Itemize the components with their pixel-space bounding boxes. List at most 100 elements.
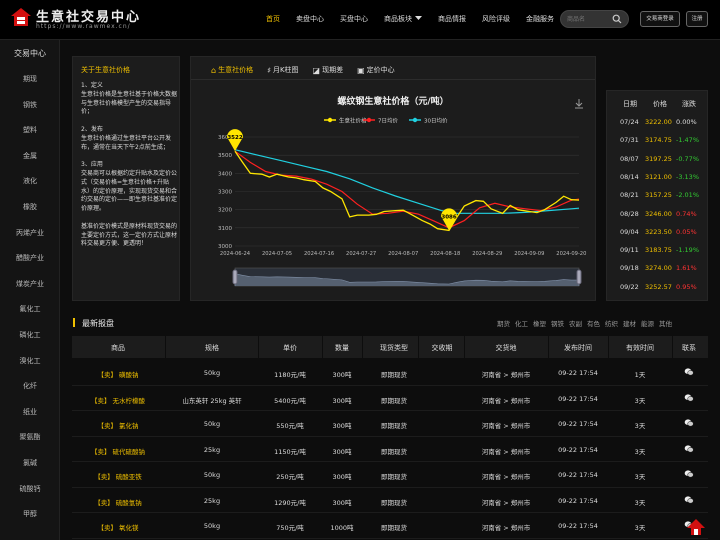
- sidebar-item-16[interactable]: 硫酸钙: [0, 484, 60, 494]
- tab-3[interactable]: ▣ 定价中心: [357, 65, 395, 75]
- nav-item-4[interactable]: 商品情报: [430, 14, 474, 24]
- side-row[interactable]: 07/24 3222.00 0.00%: [607, 118, 707, 136]
- side-date: 08/07: [620, 154, 639, 163]
- table-row[interactable]: 【卖】 无水柠檬酸 山东英轩 25kg 英轩 5400元/吨 300吨 即期现货 河南省 …: [72, 386, 708, 411]
- legend-item-1[interactable]: 7日均价: [363, 117, 398, 125]
- cell-name[interactable]: 【卖】 硫代硫酸钠: [91, 446, 145, 456]
- filter-7[interactable]: 建材: [623, 318, 636, 328]
- sidebar-item-14[interactable]: 聚氨酯: [0, 432, 60, 442]
- sidebar-item-9[interactable]: 氟化工: [0, 304, 60, 314]
- logo-icon[interactable]: [10, 7, 32, 27]
- side-row[interactable]: 08/21 3157.25 -2.01%: [607, 191, 707, 209]
- side-price: 3252.57: [645, 282, 672, 291]
- side-row[interactable]: 07/31 3174.75 -1.47%: [607, 136, 707, 154]
- nav-item-3[interactable]: 商品板块: [376, 14, 430, 24]
- table-row[interactable]: 【卖】 硫代硫酸钠 25kg 1150元/吨 300吨 即期现货 河南省 > 郑州市 09-…: [72, 437, 708, 462]
- filter-5[interactable]: 有色: [587, 318, 600, 328]
- back-to-top-icon[interactable]: [686, 518, 706, 536]
- nav-item-1[interactable]: 卖盘中心: [288, 14, 332, 24]
- cell-qty: 300吨: [332, 422, 352, 430]
- cell-valid: 3天: [634, 524, 646, 532]
- filter-1[interactable]: 化工: [515, 318, 528, 328]
- sidebar-item-8[interactable]: 煤炭产业: [0, 279, 60, 289]
- sidebar-item-17[interactable]: 甲醇: [0, 509, 60, 519]
- side-row[interactable]: 08/14 3121.00 -3.13%: [607, 173, 707, 191]
- chat-icon[interactable]: [684, 444, 694, 453]
- y-tick-label: 3200: [218, 208, 232, 214]
- search-icon[interactable]: [612, 14, 622, 24]
- column-divider: [418, 336, 419, 358]
- filter-3[interactable]: 钢铁: [551, 318, 564, 328]
- side-row[interactable]: 09/04 3223.50 0.05%: [607, 228, 707, 246]
- sidebar-item-3[interactable]: 金属: [0, 151, 60, 161]
- cell-name[interactable]: 【卖】 磺酸钠: [97, 369, 138, 379]
- cell-name[interactable]: 【卖】 氧化镁: [97, 522, 138, 532]
- cell-name[interactable]: 【卖】 氯化钠: [97, 420, 138, 430]
- download-icon[interactable]: [575, 99, 583, 109]
- table-row[interactable]: 【卖】 磺酸钠 50kg 1180元/吨 300吨 即期现货 河南省 > 郑州市 09-22…: [72, 360, 708, 386]
- cell-type: 即期现货: [381, 524, 407, 532]
- side-price: 3121.00: [645, 172, 672, 181]
- cell-name[interactable]: 【卖】 无水柠檬酸: [91, 395, 145, 405]
- sidebar-item-0[interactable]: 期现: [0, 74, 60, 84]
- side-row[interactable]: 09/18 3274.00 1.61%: [607, 264, 707, 282]
- cell-price: 1290元/吨: [274, 498, 306, 507]
- nav-item-2[interactable]: 买盘中心: [332, 14, 376, 24]
- sidebar-item-2[interactable]: 塑料: [0, 125, 60, 135]
- sidebar-item-5[interactable]: 橡胶: [0, 202, 60, 212]
- cell-place: 河南省 > 郑州市: [481, 422, 531, 430]
- tab-0[interactable]: ⌂ 生意社价格: [211, 65, 253, 75]
- filter-4[interactable]: 农副: [569, 318, 582, 328]
- side-row[interactable]: 08/07 3197.25 -0.77%: [607, 155, 707, 173]
- x-tick-label: 2024-07-27: [346, 251, 376, 257]
- sidebar-item-13[interactable]: 纸业: [0, 407, 60, 417]
- table-row[interactable]: 【卖】 氯化钠 50kg 550元/吨 300吨 即期现货 河南省 > 郑州市 09-22 …: [72, 411, 708, 437]
- nav-item-6[interactable]: 金融服务: [518, 14, 562, 24]
- filter-6[interactable]: 纺织: [605, 318, 618, 328]
- table-row[interactable]: 【卖】 硫酸亚铁 50kg 250元/吨 300吨 即期现货 河南省 > 郑州市 09-22…: [72, 462, 708, 488]
- sidebar-item-10[interactable]: 磷化工: [0, 330, 60, 340]
- price-history-table: 日期 价格 涨跌 07/24 3222.00 0.00% 07/31 3174.75 -1.47…: [606, 90, 708, 301]
- sidebar-item-4[interactable]: 液化: [0, 176, 60, 186]
- table-row[interactable]: 【卖】 氧化镁 50kg 750元/吨 1000吨 即期现货 河南省 > 郑州市 09-22…: [72, 513, 708, 539]
- chat-icon[interactable]: [684, 419, 694, 427]
- tab-label: 生意社价格: [218, 66, 254, 74]
- register-button[interactable]: 注册: [686, 11, 708, 27]
- search-input[interactable]: [567, 14, 611, 25]
- sidebar-item-7[interactable]: 醋酸产业: [0, 253, 60, 263]
- sidebar-item-12[interactable]: 化纤: [0, 381, 60, 391]
- series-line-1: [234, 150, 580, 229]
- nav-item-5[interactable]: 风险评级: [474, 14, 518, 24]
- tab-2[interactable]: ◪ 现期差: [313, 65, 344, 75]
- chat-icon[interactable]: [684, 393, 694, 402]
- sidebar-item-1[interactable]: 钢铁: [0, 100, 60, 110]
- cell-name[interactable]: 【卖】 硫酸亚铁: [94, 471, 142, 481]
- column-divider: [672, 336, 673, 358]
- zoom-slider[interactable]: [234, 267, 580, 287]
- chat-icon[interactable]: [684, 495, 694, 504]
- table-row[interactable]: 【卖】 硫酸氢钠 25kg 1290元/吨 300吨 即期现货 河南省 > 郑州市 09-2…: [72, 488, 708, 513]
- area-chart-icon: ◪: [312, 65, 321, 75]
- legend-item-0[interactable]: 生意社价格: [324, 117, 367, 125]
- login-button[interactable]: 交易商登录: [640, 11, 680, 27]
- zoom-handle-right[interactable]: [576, 269, 582, 285]
- cell-spec: 25kg: [203, 496, 221, 505]
- zoom-handle-left[interactable]: [232, 269, 238, 285]
- sidebar-item-6[interactable]: 丙烯产业: [0, 228, 60, 238]
- chat-icon[interactable]: [684, 368, 694, 376]
- page: 生意社交易中心 https://www.rawmex.cn/ 首页 卖盘中心 买盘中…: [0, 0, 720, 540]
- tab-1[interactable]: ♯ 月K柱图: [267, 65, 298, 75]
- filter-0[interactable]: 期货: [497, 318, 510, 328]
- filter-2[interactable]: 橡塑: [533, 318, 546, 328]
- legend-item-2[interactable]: 30日均价: [409, 117, 448, 125]
- chat-icon[interactable]: [684, 470, 694, 478]
- cell-name[interactable]: 【卖】 硫酸氢钠: [94, 497, 142, 507]
- side-row[interactable]: 08/28 3246.00 0.74%: [607, 210, 707, 228]
- nav-item-0[interactable]: 首页: [258, 14, 288, 24]
- sidebar-item-15[interactable]: 氯碱: [0, 458, 60, 468]
- side-row[interactable]: 09/22 3252.57 0.95%: [607, 283, 707, 301]
- filter-9[interactable]: 其他: [659, 318, 672, 328]
- filter-8[interactable]: 能源: [641, 318, 654, 328]
- side-row[interactable]: 09/11 3183.75 -1.19%: [607, 246, 707, 264]
- sidebar-item-11[interactable]: 溴化工: [0, 356, 60, 366]
